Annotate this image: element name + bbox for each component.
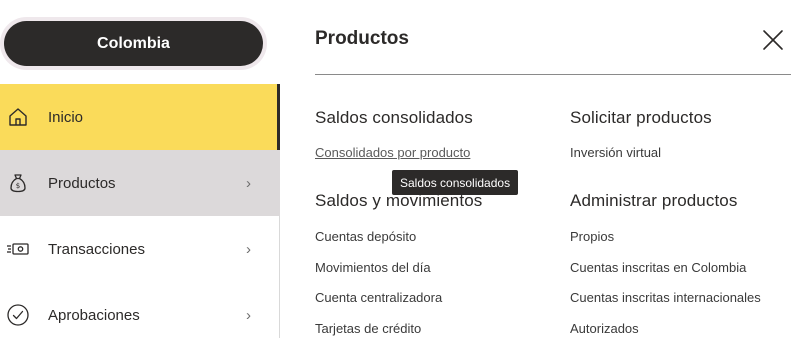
link-cuentas-deposito[interactable]: Cuentas depósito xyxy=(315,229,416,244)
link-movimientos-del-dia[interactable]: Movimientos del día xyxy=(315,260,431,275)
link-cuentas-inscritas-internacionales[interactable]: Cuentas inscritas internacionales xyxy=(570,290,761,305)
tooltip: Saldos consolidados xyxy=(392,170,519,195)
country-selector-area: Colombia xyxy=(0,0,280,84)
check-circle-icon xyxy=(6,303,30,327)
sidebar-item-inicio[interactable]: Inicio xyxy=(0,84,280,150)
link-cuentas-inscritas-colombia[interactable]: Cuentas inscritas en Colombia xyxy=(570,260,746,275)
sidebar-item-productos[interactable]: $ Productos › xyxy=(0,150,280,216)
sidebar-item-label: Transacciones xyxy=(48,240,145,258)
link-propios[interactable]: Propios xyxy=(570,229,614,244)
svg-text:$: $ xyxy=(16,182,20,190)
section-heading-solicitar-productos: Solicitar productos xyxy=(570,108,712,127)
chevron-right-icon: › xyxy=(246,240,251,258)
section-heading-saldos-consolidados: Saldos consolidados xyxy=(315,108,473,127)
cash-transfer-icon xyxy=(6,237,30,261)
sidebar-item-label: Aprobaciones xyxy=(48,306,140,324)
sidebar-item-label: Inicio xyxy=(48,108,84,126)
sidebar: Colombia Inicio $ Productos › Transaccio… xyxy=(0,0,280,338)
link-tarjetas-de-credito[interactable]: Tarjetas de crédito xyxy=(315,321,421,336)
close-icon[interactable] xyxy=(761,28,785,52)
sidebar-item-transacciones[interactable]: Transacciones › xyxy=(0,216,280,282)
sidebar-item-aprobaciones[interactable]: Aprobaciones › xyxy=(0,282,280,338)
home-icon xyxy=(6,105,30,129)
link-autorizados[interactable]: Autorizados xyxy=(570,321,639,336)
money-bag-icon: $ xyxy=(6,171,30,195)
panel-divider xyxy=(315,74,791,75)
link-consolidados-por-producto[interactable]: Consolidados por producto xyxy=(315,145,470,160)
link-inversion-virtual[interactable]: Inversión virtual xyxy=(570,145,661,160)
section-heading-administrar-productos: Administrar productos xyxy=(570,191,738,210)
link-cuenta-centralizadora[interactable]: Cuenta centralizadora xyxy=(315,290,442,305)
sidebar-item-label: Productos xyxy=(48,174,116,192)
products-menu-panel: Productos Saldos consolidados Consolidad… xyxy=(281,0,800,338)
country-selector-button[interactable]: Colombia xyxy=(4,21,263,66)
chevron-right-icon: › xyxy=(246,174,251,192)
panel-title: Productos xyxy=(315,28,409,49)
country-label: Colombia xyxy=(97,34,170,52)
chevron-right-icon: › xyxy=(246,306,251,324)
